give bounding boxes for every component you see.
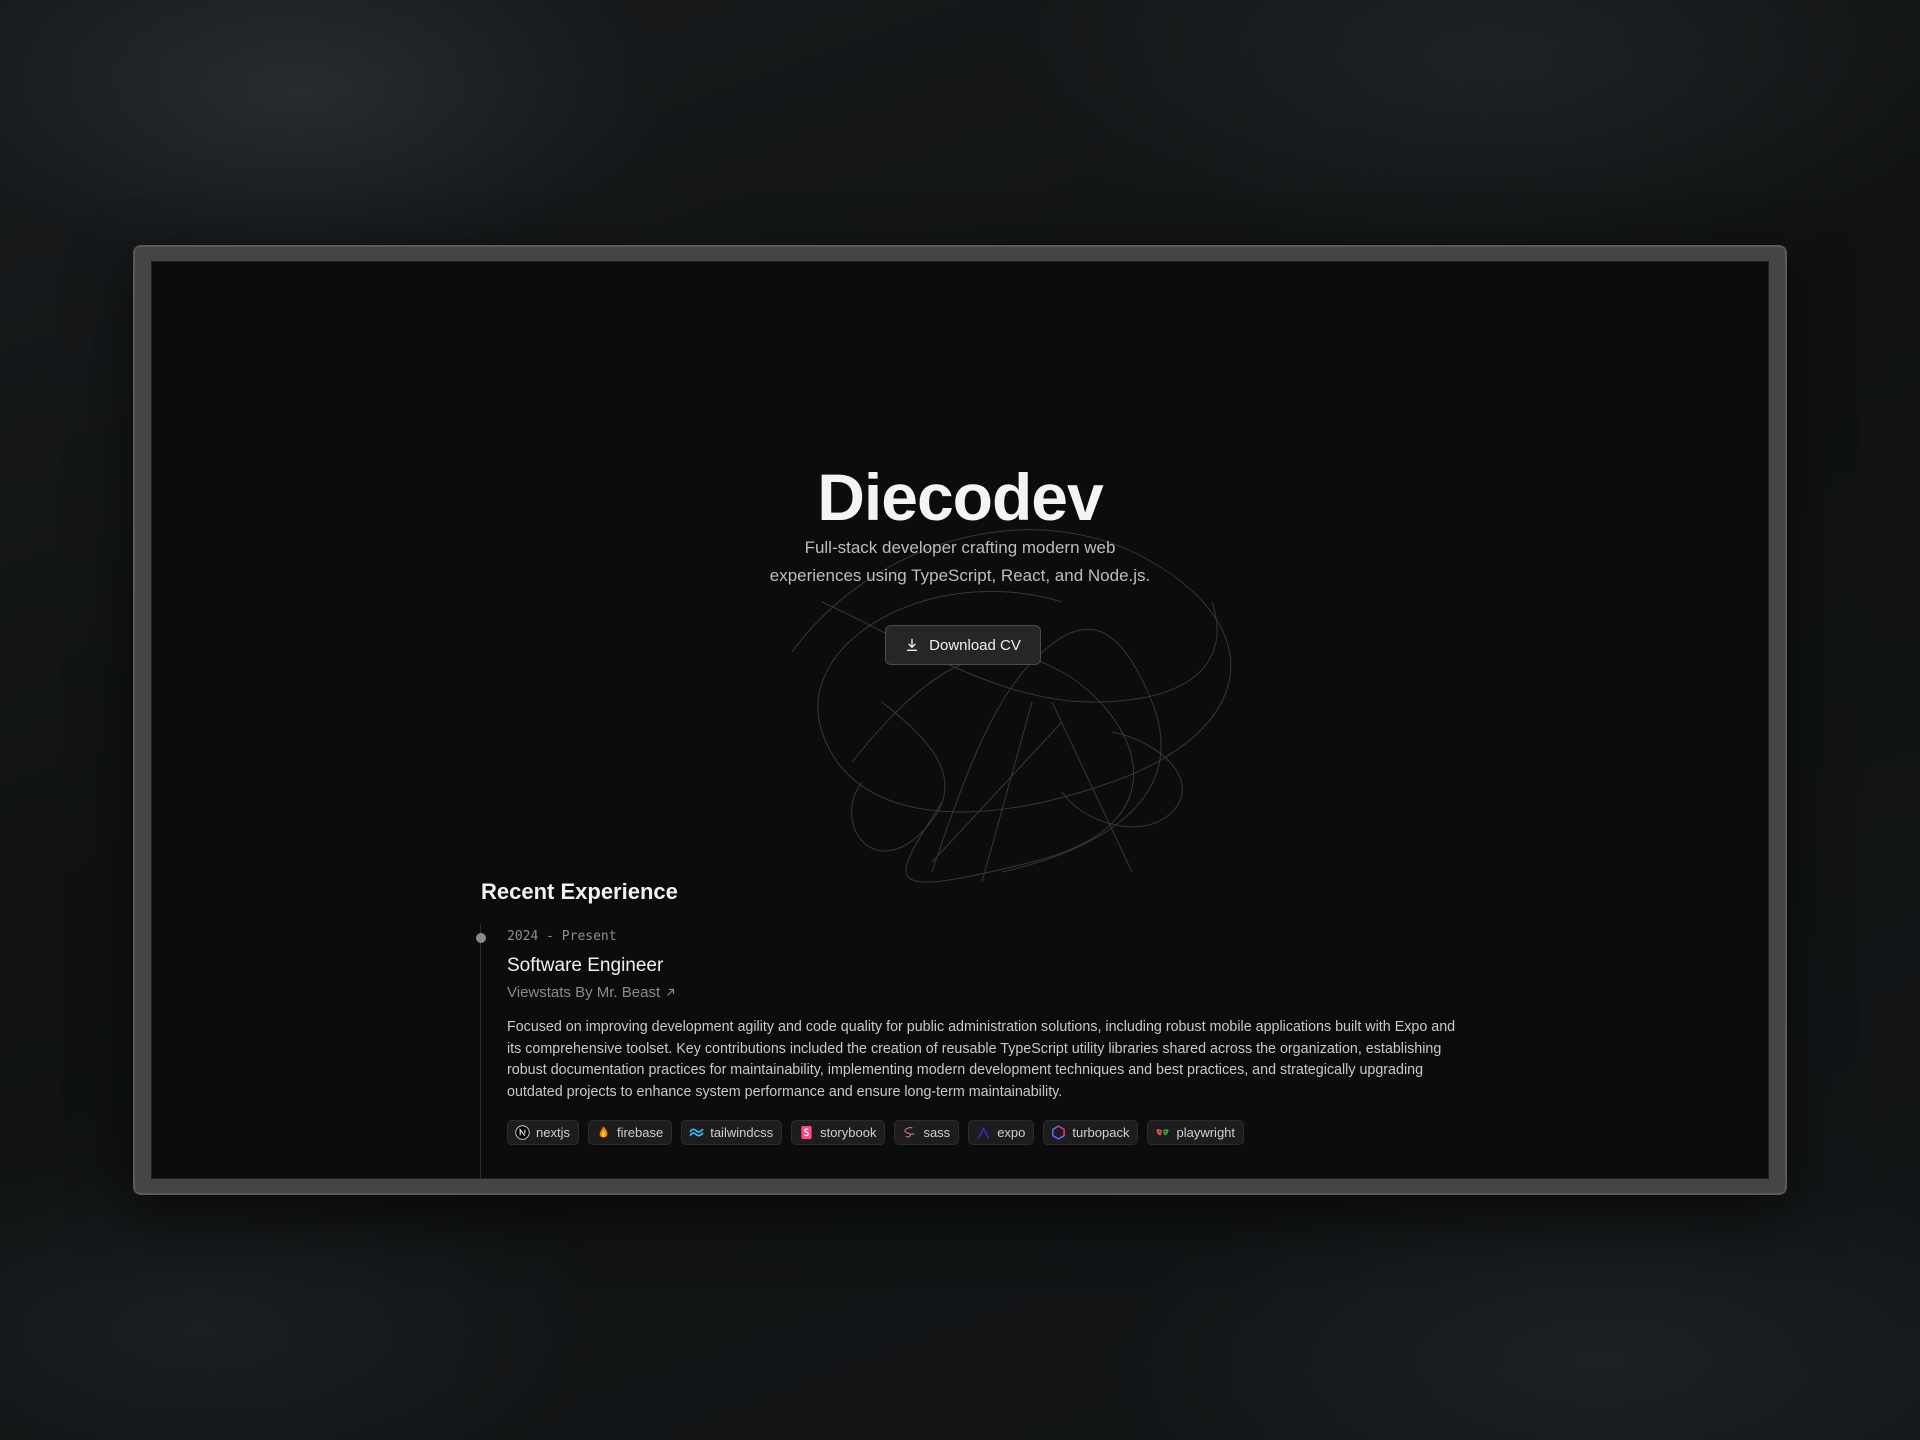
tailwindcss-icon [689, 1128, 704, 1137]
download-cv-label: Download CV [929, 636, 1021, 654]
tag-label: expo [997, 1125, 1026, 1140]
tag-label: firebase [616, 1125, 664, 1140]
hero-title: Diecodev [817, 460, 1103, 534]
experience-heading: Recent Experience [481, 879, 678, 904]
tag-expo: expo [968, 1120, 1035, 1145]
tag-storybook: storybook [791, 1120, 886, 1145]
nextjs-icon [515, 1125, 530, 1140]
timeline-dot [476, 933, 486, 943]
tag-label: nextjs [536, 1125, 570, 1140]
experience-company-link[interactable]: Viewstats By Mr. Beast [507, 984, 675, 1001]
firebase-icon [599, 1126, 608, 1138]
tag-label: turbopack [1072, 1125, 1130, 1140]
timeline-line [480, 924, 481, 1178]
playwright-icon [1156, 1129, 1170, 1136]
sass-icon [904, 1127, 916, 1138]
tag-sass: sass [894, 1120, 960, 1145]
website-screen: Diecodev Full-stack developer crafting m… [151, 261, 1769, 1179]
experience-description: Focused on improving development agility… [507, 1019, 1456, 1100]
tag-turbopack: turbopack [1043, 1120, 1139, 1145]
device-frame: Diecodev Full-stack developer crafting m… [133, 245, 1787, 1195]
experience-company: Viewstats By Mr. Beast [507, 984, 661, 1001]
tag-label: sass [923, 1125, 951, 1140]
hero-subtitle-line1: Full-stack developer crafting modern web [804, 538, 1116, 557]
external-link-arrow-icon [667, 988, 675, 996]
tag-nextjs: nextjs [507, 1120, 579, 1145]
download-icon [906, 638, 918, 651]
experience-role: Software Engineer [507, 955, 664, 976]
tag-tailwindcss: tailwindcss [681, 1120, 783, 1145]
tag-label: storybook [820, 1125, 877, 1140]
turbopack-icon [1052, 1125, 1066, 1140]
hero-subtitle-line2: experiences using TypeScript, React, and… [769, 566, 1151, 585]
tech-tag-list: nextjs firebase tailwindcss storybook sa… [507, 1120, 1245, 1145]
experience-date: 2024 - Present [507, 929, 617, 944]
tag-firebase: firebase [587, 1120, 673, 1145]
expo-icon [977, 1126, 990, 1139]
tag-label: tailwindcss [710, 1125, 774, 1140]
tag-label: playwright [1176, 1125, 1236, 1140]
download-cv-button[interactable]: Download CV [885, 625, 1041, 665]
storybook-icon [801, 1125, 812, 1140]
hero-subtitle: Full-stack developer crafting modern web… [152, 534, 1768, 590]
tag-playwright: playwright [1147, 1120, 1245, 1145]
